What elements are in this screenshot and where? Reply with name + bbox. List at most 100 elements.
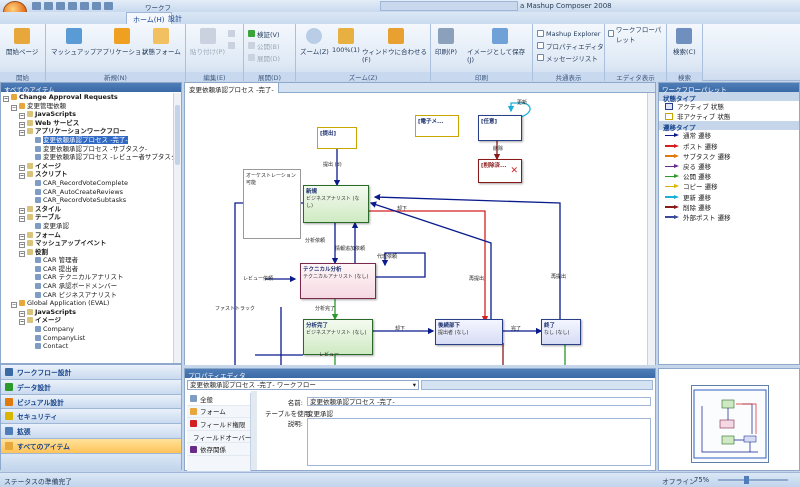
validate-icon[interactable] <box>92 2 101 10</box>
new-mashup-button[interactable]: マッシュアップ <box>51 28 96 56</box>
tree-item[interactable]: −CAR_RecordVoteSubtasks <box>1 196 173 205</box>
tree-item[interactable]: − スタイル <box>1 205 173 214</box>
zoom-slider-thumb[interactable] <box>744 476 749 484</box>
fit-window-button[interactable]: ウィンドウに合わせる(F) <box>362 28 430 64</box>
tree-item[interactable]: − JavaScripts <box>1 308 173 317</box>
nav-forward-icon[interactable] <box>80 2 89 10</box>
expander-icon[interactable]: − <box>19 319 25 326</box>
tree-item[interactable]: − Change Approval Requests <box>1 93 173 102</box>
tree-item[interactable]: − イメージ <box>1 162 173 171</box>
tree-item[interactable]: −CAR 承認ボードメンバー <box>1 282 173 291</box>
sections-scrollbar[interactable] <box>251 391 257 470</box>
tree-item[interactable]: −変更依頼承認プロセス -サブタスク- <box>1 145 173 154</box>
node-subordinate[interactable]: 後続部下 提出者 (なし) <box>435 319 503 345</box>
tree-item[interactable]: −CAR 管理者 <box>1 256 173 265</box>
nav-button-extension[interactable]: 拡張 <box>1 424 181 439</box>
document-tab[interactable]: 変更依頼承認プロセス -完了- <box>185 83 279 94</box>
property-section[interactable]: 依存関係 <box>187 443 250 456</box>
paste-button[interactable]: 貼り付け(P) <box>190 28 225 56</box>
palette-inactive-state[interactable]: 非アクティブ 状態 <box>659 111 799 121</box>
nav-back-icon[interactable] <box>68 2 77 10</box>
expander-icon[interactable]: − <box>19 130 25 137</box>
new-state-form-button[interactable]: 状態フォーム <box>142 28 181 56</box>
node-any[interactable]: [任意] <box>478 115 522 141</box>
property-editor-checkbox[interactable]: プロパティエディタ <box>537 40 604 51</box>
tree-item[interactable]: −変更承認 <box>1 222 173 231</box>
palette-transition[interactable]: 公開 遷移 <box>659 171 799 181</box>
palette-transition[interactable]: コピー 遷移 <box>659 181 799 191</box>
tree-item[interactable]: −CompanyList <box>1 334 173 343</box>
nav-button-all-items[interactable]: すべてのアイテム <box>1 438 181 454</box>
copy-icon[interactable] <box>228 42 235 49</box>
nav-button-data-design[interactable]: データ設計 <box>1 379 181 395</box>
nav-pane-overflow[interactable] <box>1 453 181 471</box>
tree-item[interactable]: −CAR ビジネスアナリスト <box>1 291 173 300</box>
property-section[interactable]: フィールド権限 <box>187 418 250 431</box>
expander-icon[interactable]: − <box>3 96 9 102</box>
tree-item[interactable]: −変更依頼承認プロセス -完了- <box>1 135 173 145</box>
tree-item[interactable]: −CAR 提出者 <box>1 265 173 274</box>
canvas-scrollbar[interactable] <box>647 93 655 365</box>
tree-item[interactable]: − マッシュアップイベント <box>1 239 173 249</box>
palette-transition[interactable]: ポスト 遷移 <box>659 141 799 151</box>
tree-item[interactable]: −CAR_RecordVoteComplete <box>1 179 173 188</box>
property-section[interactable]: フィールドオーバーラ <box>187 431 258 444</box>
workflow-canvas[interactable]: [提出] [電子メ... [任意] [削除済... ✕ オーケストレーション可能 … <box>185 93 647 365</box>
node-submit[interactable]: [提出] <box>317 127 357 149</box>
node-technical-analysis[interactable]: テクニカル分析 テクニカルアナリスト (なし) <box>300 263 376 299</box>
expander-icon[interactable]: − <box>11 104 17 111</box>
language-toolbar[interactable] <box>380 1 518 11</box>
save-icon[interactable] <box>32 2 41 10</box>
expander-icon[interactable]: − <box>11 302 17 309</box>
redo-icon[interactable] <box>56 2 65 10</box>
node-end[interactable]: 終了 なし (なし) <box>541 319 581 345</box>
publish-icon[interactable] <box>104 2 113 10</box>
tree-item[interactable]: −Company <box>1 325 173 334</box>
node-email[interactable]: [電子メ... <box>415 115 459 137</box>
object-selector[interactable]: 変更依頼承認プロセス -完了- ワークフロー ▾ <box>187 380 419 390</box>
palette-transition[interactable]: 削除 遷移 <box>659 202 799 212</box>
scroll-thumb[interactable] <box>175 105 180 165</box>
cut-icon[interactable] <box>228 30 235 37</box>
tree-item[interactable]: − フォーム <box>1 231 173 240</box>
nav-button-visual-design[interactable]: ビジュアル設計 <box>1 394 181 410</box>
zoom-100-button[interactable]: 100%(1) <box>332 28 360 54</box>
orchestration-note[interactable]: オーケストレーション可能 <box>243 169 301 239</box>
palette-transition[interactable]: 更新 遷移 <box>659 192 799 202</box>
publish-button[interactable]: 公開(B) <box>248 40 280 51</box>
tree-item[interactable]: − Global Application (EVAL) <box>1 299 173 309</box>
tree-item[interactable]: −CAR_AutoCreateReviews <box>1 188 173 197</box>
palette-active-state[interactable]: アクティブ 状態 <box>659 101 799 111</box>
explorer-tree[interactable]: − Change Approval Requests − 変更管理依頼 − JavaScr… <box>1 93 173 363</box>
message-list-checkbox[interactable]: メッセージリスト <box>537 52 598 63</box>
tree-item[interactable]: −Contact <box>1 342 173 351</box>
palette-transition[interactable]: 外部ポスト 遷移 <box>659 212 799 222</box>
node-analysis-complete[interactable]: 分析完了 ビジネスアナリスト (なし) <box>303 319 373 355</box>
property-section[interactable]: フォーム <box>187 406 250 419</box>
nav-button-security[interactable]: セキュリティ <box>1 409 181 425</box>
overview-thumbnail[interactable] <box>691 385 769 463</box>
tree-item[interactable]: −変更依頼承認プロセス -レビュー者サブタスク- <box>1 153 173 162</box>
print-button[interactable]: 印刷(P) <box>435 28 457 56</box>
tree-item[interactable]: − スクリプト <box>1 170 173 180</box>
save-as-image-button[interactable]: イメージとして保存(J) <box>467 28 532 64</box>
new-application-button[interactable]: アプリケーション <box>96 28 148 56</box>
expander-icon[interactable]: − <box>19 250 25 257</box>
explorer-scrollbar[interactable] <box>173 93 181 363</box>
deploy-button[interactable]: 展開(D) <box>248 52 280 63</box>
validate-button[interactable]: 検証(V) <box>248 28 280 39</box>
description-input[interactable] <box>307 418 651 466</box>
node-new[interactable]: 新規 ビジネスアナリスト (なし) <box>303 185 369 223</box>
tree-item[interactable]: − 役割 <box>1 248 173 257</box>
expander-icon[interactable]: − <box>19 173 25 180</box>
zoom-button[interactable]: ズーム(Z) <box>300 28 329 56</box>
node-deleted[interactable]: [削除済... ✕ <box>478 159 522 183</box>
tree-item[interactable]: − 変更管理依頼 <box>1 102 173 111</box>
undo-icon[interactable] <box>44 2 53 10</box>
zoom-slider[interactable] <box>718 479 788 481</box>
property-section[interactable]: 全般 <box>187 393 250 406</box>
palette-transition[interactable]: 戻る 遷移 <box>659 161 799 171</box>
expander-icon[interactable]: − <box>19 216 25 223</box>
tree-item[interactable]: − テーブル <box>1 213 173 223</box>
mashup-explorer-checkbox[interactable]: Mashup Explorer <box>537 28 600 39</box>
